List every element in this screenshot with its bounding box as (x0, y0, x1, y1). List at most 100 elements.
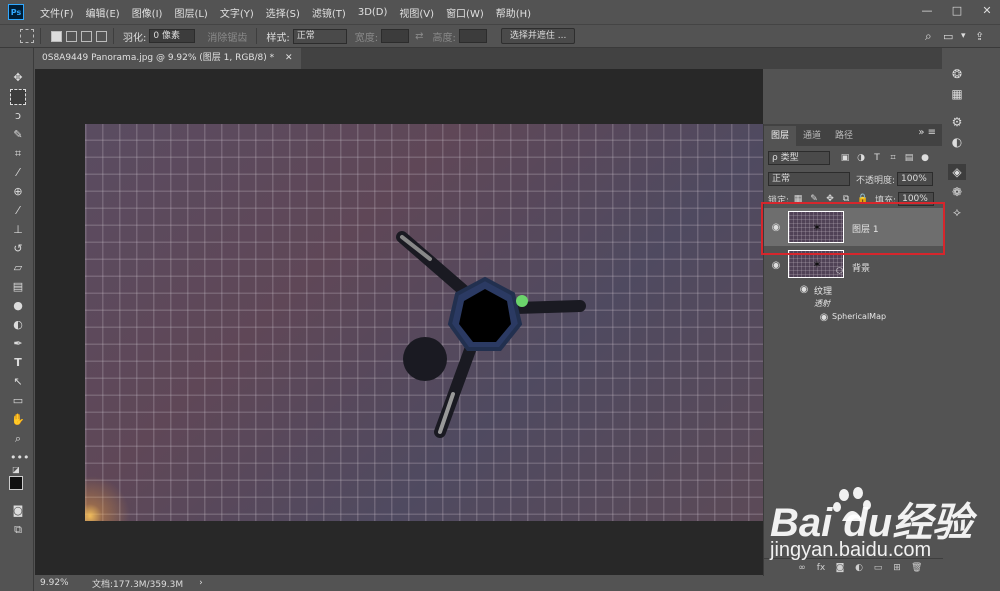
marquee-preset-icon[interactable] (20, 29, 34, 43)
divider (256, 28, 258, 44)
healing-tool-icon[interactable]: ⊕ (10, 184, 26, 200)
chevron-down-icon[interactable]: ▾ (961, 31, 966, 41)
tab-channels[interactable]: 通道 (796, 126, 828, 146)
layers-panel-icon[interactable]: ◈ (948, 164, 966, 180)
zoom-tool-icon[interactable]: ⌕ (10, 431, 26, 447)
antialias-checkbox[interactable]: 消除锯齿 (207, 29, 247, 44)
eraser-tool-icon[interactable]: ▱ (10, 260, 26, 276)
menu-view[interactable]: 视图(V) (393, 5, 440, 20)
properties-panel-icon[interactable]: ⚙ (948, 114, 966, 130)
share-icon[interactable]: ⇪ (975, 30, 984, 43)
stamp-tool-icon[interactable]: ⊥ (10, 222, 26, 238)
blur-tool-icon[interactable]: ● (10, 298, 26, 314)
menu-image[interactable]: 图像(I) (126, 5, 169, 20)
quick-mask-icon[interactable]: ◙ (10, 503, 26, 519)
panel-tabs: 图层 通道 路径 » ≡ (764, 124, 942, 146)
feather-input[interactable]: 0 像素 (149, 29, 196, 43)
brush-tool-icon[interactable]: ⁄ (10, 203, 26, 219)
effect-sub-row[interactable]: 透射 (764, 296, 943, 310)
filter-shape-icon[interactable]: ⌗ (888, 153, 898, 163)
photoshop-logo[interactable]: Ps (8, 4, 24, 20)
status-menu-arrow[interactable]: › (199, 578, 203, 588)
menu-edit[interactable]: 编辑(E) (80, 5, 126, 20)
channels-panel-icon[interactable]: ❁ (948, 184, 966, 200)
effect-item-row[interactable]: ◉ SphericalMap (764, 310, 943, 324)
menu-type[interactable]: 文字(Y) (214, 5, 260, 20)
opacity-label: 不透明度: (856, 175, 896, 186)
dodge-tool-icon[interactable]: ◐ (10, 317, 26, 333)
gradient-tool-icon[interactable]: ▤ (10, 279, 26, 295)
close-tab-icon[interactable]: ✕ (285, 53, 293, 63)
visibility-eye-icon[interactable]: ◉ (798, 284, 810, 295)
menu-window[interactable]: 窗口(W) (440, 5, 490, 20)
document-tab[interactable]: 0S8A9449 Panorama.jpg @ 9.92% (图层 1, RGB… (34, 48, 301, 69)
street-lights (85, 441, 140, 521)
document-tab-bar: 0S8A9449 Panorama.jpg @ 9.92% (图层 1, RGB… (34, 48, 942, 69)
minimize-button[interactable]: — (920, 4, 934, 18)
layer-filter-row: ρ 类型 ▣ ◑ T ⌗ ▤ ● (764, 151, 943, 165)
rectangle-tool-icon[interactable]: ▭ (10, 393, 26, 409)
subtract-selection-icon[interactable] (81, 30, 92, 42)
menu-filter[interactable]: 滤镜(T) (306, 5, 352, 20)
pen-tool-icon[interactable]: ✒ (10, 336, 26, 352)
panel-menu-icon[interactable]: » ≡ (918, 127, 936, 138)
add-selection-icon[interactable] (66, 30, 77, 42)
close-button[interactable]: ✕ (980, 4, 994, 18)
tab-paths[interactable]: 路径 (828, 126, 860, 146)
baidu-url: jingyan.baidu.com (770, 539, 932, 561)
kind-filter-select[interactable]: ρ 类型 (768, 151, 830, 165)
menu-file[interactable]: 文件(F) (34, 5, 80, 20)
history-brush-tool-icon[interactable]: ↺ (10, 241, 26, 257)
height-input[interactable] (458, 29, 487, 43)
opacity-input[interactable]: 100% (897, 172, 934, 186)
menu-select[interactable]: 选择(S) (260, 5, 306, 20)
height-label: 高度: (432, 32, 456, 44)
select-and-mask-button[interactable]: 选择并遮住 ... (500, 28, 576, 44)
crop-tool-icon[interactable]: ⌗ (10, 146, 26, 162)
tools-panel: ✥ ↄ ✎ ⌗ ⁄ ⊕ ⁄ ⊥ ↺ ▱ ▤ ● ◐ ✒ T ↖ ▭ ✋ ⌕ ••… (0, 48, 34, 591)
screen-mode-icon[interactable]: ⧉ (10, 522, 26, 538)
menu-3d[interactable]: 3D(D) (352, 7, 394, 18)
menu-layer[interactable]: 图层(L) (168, 5, 213, 20)
workspace-icon[interactable]: ▭ (943, 30, 953, 43)
tab-layers[interactable]: 图层 (764, 126, 797, 146)
swap-icon[interactable]: ⇄ (415, 31, 423, 42)
quick-select-tool-icon[interactable]: ✎ (10, 127, 26, 143)
paths-panel-icon[interactable]: ⟡ (948, 204, 966, 220)
search-icon[interactable]: ⌕ (925, 29, 932, 44)
zoom-level[interactable]: 9.92% (40, 578, 92, 588)
lasso-tool-icon[interactable]: ↄ (10, 108, 26, 124)
blend-mode-select[interactable]: 正常 (768, 172, 850, 186)
canvas-area[interactable] (35, 69, 763, 575)
filter-smart-object-icon[interactable]: ▤ (904, 153, 914, 163)
filter-type-icon[interactable]: T (872, 153, 882, 163)
style-select[interactable]: 正常 (292, 28, 347, 44)
filter-pixel-icon[interactable]: ▣ (840, 153, 850, 163)
menu-bar: Ps 文件(F) 编辑(E) 图像(I) 图层(L) 文字(Y) 选择(S) 滤… (0, 0, 1000, 24)
document-info: 文档:177.3M/359.3M (92, 579, 184, 590)
color-panel-icon[interactable]: ❂ (948, 66, 966, 82)
visibility-eye-icon[interactable]: ◉ (770, 260, 782, 271)
move-tool-icon[interactable]: ✥ (10, 70, 26, 86)
marquee-tool-icon[interactable] (10, 89, 26, 105)
swatches-panel-icon[interactable]: ▦ (948, 86, 966, 102)
eyedropper-tool-icon[interactable]: ⁄ (10, 165, 26, 181)
effect-sub-name[interactable]: 透射 (814, 298, 830, 309)
intersect-selection-icon[interactable] (96, 30, 107, 42)
type-tool-icon[interactable]: T (10, 355, 26, 371)
filter-toggle-icon[interactable]: ● (920, 153, 930, 163)
menu-help[interactable]: 帮助(H) (490, 5, 537, 20)
hand-tool-icon[interactable]: ✋ (10, 412, 26, 428)
effect-item-name[interactable]: SphericalMap (832, 312, 886, 321)
filter-adjustment-icon[interactable]: ◑ (856, 153, 866, 163)
new-selection-icon[interactable] (51, 30, 62, 42)
layer-name[interactable]: 背景 (852, 261, 870, 274)
path-select-tool-icon[interactable]: ↖ (10, 374, 26, 390)
adjustments-panel-icon[interactable]: ◐ (948, 134, 966, 150)
document-image[interactable] (85, 124, 763, 521)
effect-group-row[interactable]: ◉ 纹理 (764, 282, 943, 297)
maximize-button[interactable]: □ (950, 4, 964, 18)
width-input[interactable] (381, 29, 410, 43)
foreground-color-swatch[interactable] (9, 476, 23, 490)
visibility-eye-icon[interactable]: ◉ (818, 312, 830, 323)
